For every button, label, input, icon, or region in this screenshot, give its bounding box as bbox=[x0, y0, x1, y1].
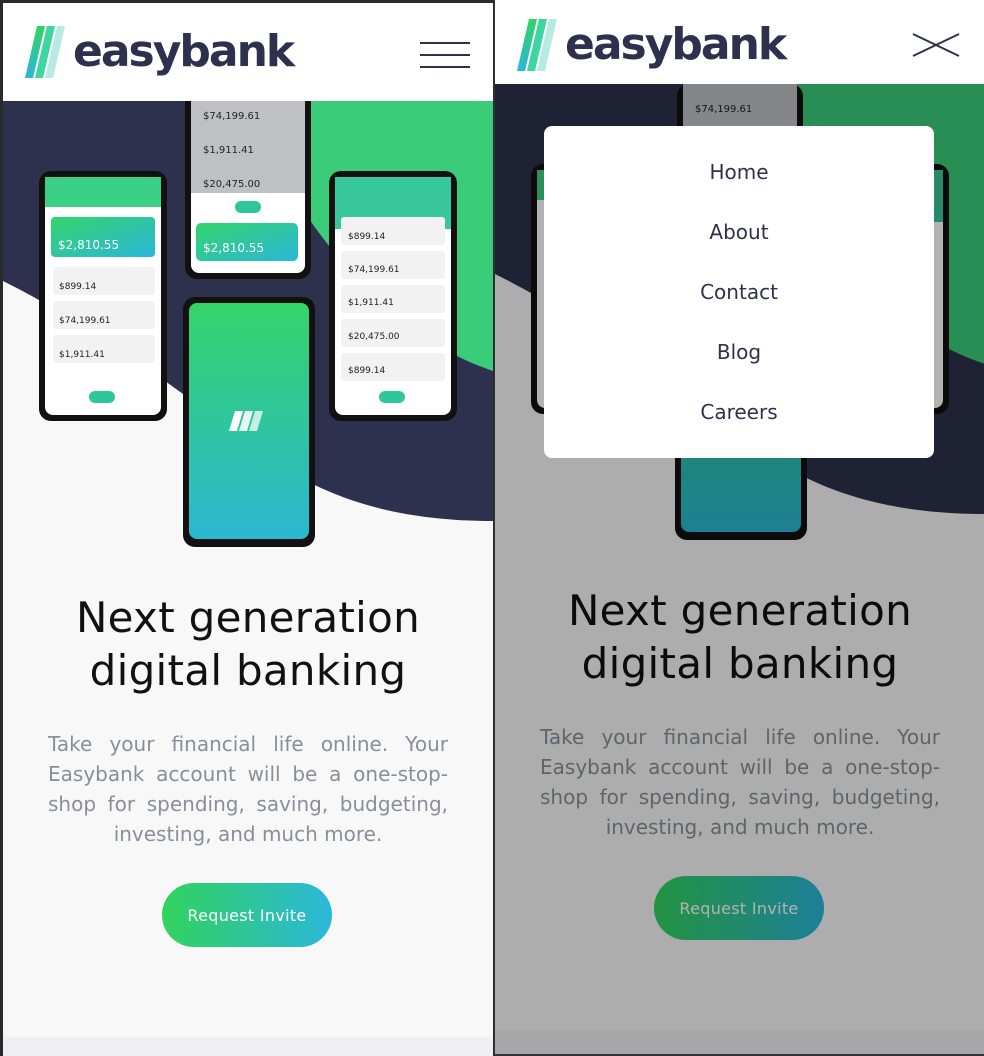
hero-headline: Next generation digital banking bbox=[3, 591, 493, 697]
request-invite-button[interactable]: Request Invite bbox=[162, 883, 332, 947]
hero-headline-line2: digital banking bbox=[89, 646, 407, 695]
logo-mark-icon bbox=[25, 26, 65, 78]
nav-link-home[interactable]: Home bbox=[544, 154, 934, 214]
hero-illustration: $74,199.61 $1,911.41 $20,475.00 $2,810.5… bbox=[3, 101, 493, 551]
hero-mockups-image: $74,199.61 $1,911.41 $20,475.00 $2,810.5… bbox=[3, 101, 493, 551]
site-header: easybank bbox=[3, 3, 493, 101]
next-section-edge bbox=[3, 1037, 493, 1056]
svg-text:$20,475.00: $20,475.00 bbox=[348, 332, 400, 342]
hamburger-icon[interactable] bbox=[420, 40, 470, 70]
svg-text:$74,199.61: $74,199.61 bbox=[203, 111, 260, 122]
brand-logo[interactable]: easybank bbox=[25, 25, 295, 79]
svg-text:$899.14: $899.14 bbox=[348, 366, 385, 376]
svg-text:$74,199.61: $74,199.61 bbox=[59, 316, 111, 326]
svg-text:$20,475.00: $20,475.00 bbox=[203, 179, 260, 190]
hero-headline-line1: Next generation bbox=[75, 593, 421, 642]
svg-text:$899.14: $899.14 bbox=[348, 232, 385, 242]
svg-text:$2,810.55: $2,810.55 bbox=[203, 241, 264, 255]
brand-logo[interactable]: easybank bbox=[517, 18, 787, 72]
mobile-view-menu-open: easybank $74,199.61 Next generation digi… bbox=[494, 0, 984, 1056]
svg-text:$1,911.41: $1,911.41 bbox=[203, 145, 254, 156]
svg-text:$2,810.55: $2,810.55 bbox=[58, 238, 119, 252]
nav-link-blog[interactable]: Blog bbox=[544, 334, 934, 394]
svg-text:$1,911.41: $1,911.41 bbox=[348, 298, 394, 308]
mobile-nav-menu: Home About Contact Blog Careers bbox=[544, 126, 934, 458]
brand-name: easybank bbox=[565, 19, 787, 70]
nav-link-contact[interactable]: Contact bbox=[544, 274, 934, 334]
brand-name: easybank bbox=[73, 26, 295, 77]
nav-link-about[interactable]: About bbox=[544, 214, 934, 274]
svg-text:$74,199.61: $74,199.61 bbox=[348, 265, 400, 275]
logo-mark-icon bbox=[517, 19, 557, 71]
hero-intro-text: Take your financial life online. Your Ea… bbox=[48, 732, 448, 846]
nav-link-careers[interactable]: Careers bbox=[544, 394, 934, 454]
mobile-view-menu-closed: easybank $74,199.61 $1,911.41 $20,475.00… bbox=[3, 0, 493, 1056]
close-icon[interactable] bbox=[911, 30, 961, 60]
svg-text:$1,911.41: $1,911.41 bbox=[59, 350, 105, 360]
svg-text:$899.14: $899.14 bbox=[59, 282, 96, 292]
site-header: easybank bbox=[495, 0, 984, 84]
